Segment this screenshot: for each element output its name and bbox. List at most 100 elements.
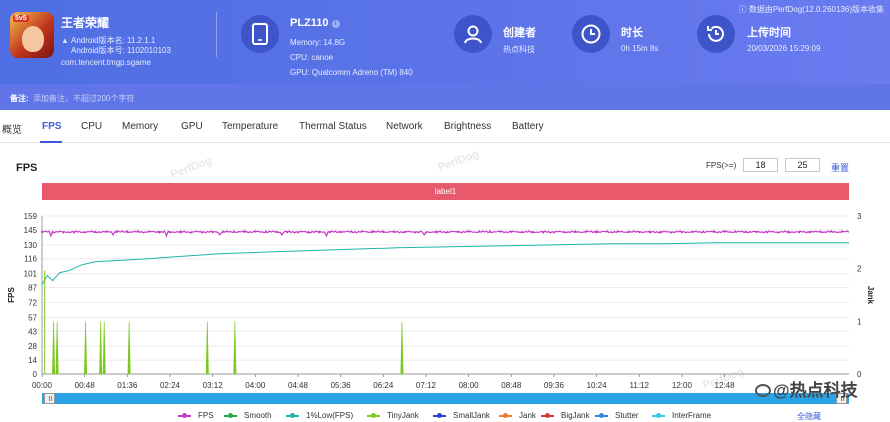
duration-title: 时长 — [621, 27, 643, 39]
legend-swatch — [224, 413, 237, 418]
upload-title: 上传时间 — [747, 27, 791, 39]
fps-point — [446, 231, 449, 234]
slider-handle-left[interactable] — [44, 393, 55, 404]
x-tick-label: 03:12 — [203, 381, 224, 390]
device-cpu: CPU: canoe — [290, 53, 334, 62]
fps-point — [563, 231, 566, 234]
y-tick-label: 57 — [28, 313, 37, 322]
tab-gpu[interactable]: GPU — [181, 121, 203, 132]
fps-point — [200, 231, 204, 234]
tab-temperature[interactable]: Temperature — [222, 121, 278, 132]
legend-swatch — [433, 413, 446, 418]
note-label: 备注: — [10, 94, 29, 103]
hide-all-button[interactable]: 全隐藏 — [797, 411, 821, 422]
fps-point — [328, 231, 332, 234]
x-tick-label: 08:00 — [459, 381, 480, 390]
info-icon[interactable]: i — [331, 20, 340, 28]
y-tick-label: 87 — [28, 284, 37, 293]
legend-label: InterFrame — [672, 411, 712, 420]
tinyjank-spike — [84, 321, 88, 375]
note-input[interactable]: 添加备注，不超过200个字符 — [33, 93, 134, 104]
legend-swatch — [178, 413, 191, 418]
fps-point — [531, 231, 534, 234]
fps-point — [179, 231, 182, 234]
fps-point — [627, 230, 630, 233]
reset-button[interactable]: 重置 — [831, 161, 849, 174]
fps-point — [584, 230, 588, 233]
fps-point — [371, 230, 374, 233]
header-divider — [216, 12, 217, 57]
fps-point — [766, 231, 769, 234]
tab-battery[interactable]: Battery — [512, 121, 544, 132]
fps-point — [808, 230, 811, 234]
legend-label: SmallJank — [453, 411, 490, 420]
android-icon: ▲ — [61, 36, 69, 45]
fps-point — [488, 230, 492, 233]
corner-watermark: @热点科技 — [755, 376, 858, 401]
watermark: PerfDog — [436, 148, 481, 174]
tab-fps[interactable]: FPS — [42, 121, 61, 132]
duration-value: 0h 15m 8s — [621, 44, 659, 53]
tab-overview[interactable]: 概览 — [2, 121, 22, 136]
fps-point — [744, 230, 748, 233]
report-header: 5v5 王者荣耀 ▲ Android版本名: 11.2.1.1 Android版… — [0, 0, 890, 84]
y-tick-label: 14 — [28, 356, 37, 365]
fps-point — [542, 231, 545, 234]
legend-label: Stutter — [615, 411, 639, 420]
tab-memory[interactable]: Memory — [122, 121, 158, 132]
fps-point — [648, 231, 652, 234]
x-tick-label: 00:00 — [32, 381, 53, 390]
x-tick-label: 08:48 — [501, 381, 522, 390]
fps-point — [126, 230, 129, 233]
tab-network[interactable]: Network — [386, 121, 423, 132]
x-tick-label: 04:00 — [245, 381, 266, 390]
x-tick-label: 12:00 — [672, 381, 693, 390]
fps-point — [168, 231, 172, 234]
fps-threshold-input-2[interactable] — [785, 158, 820, 172]
fps-threshold-input-1[interactable] — [743, 158, 778, 172]
y-axis-title: FPS — [7, 287, 16, 303]
tab-thermal-status[interactable]: Thermal Status — [299, 121, 367, 132]
tinyjank-spike — [102, 321, 106, 375]
tab-cpu[interactable]: CPU — [81, 121, 102, 132]
x-tick-label: 01:36 — [117, 381, 138, 390]
clock-icon — [572, 15, 610, 53]
y2-axis-title: Jank — [866, 286, 875, 305]
range-label-bar[interactable]: label1 — [42, 183, 849, 200]
tinyjank-spike — [99, 321, 103, 375]
tab-brightness[interactable]: Brightness — [444, 121, 491, 132]
fps-point — [467, 230, 470, 233]
app-badge: 5v5 — [13, 15, 29, 22]
y-tick-label: 159 — [24, 212, 38, 221]
fps-point — [403, 231, 406, 234]
device-gpu: GPU: Qualcomm Adreno (TM) 840 — [290, 68, 413, 77]
fps-point — [414, 231, 417, 234]
fps-point — [40, 230, 44, 233]
fps-point — [94, 230, 97, 234]
time-range-slider[interactable] — [42, 393, 849, 404]
fps-point — [222, 230, 225, 233]
y-tick-label: 101 — [24, 270, 38, 279]
fps-point — [680, 231, 684, 234]
active-tab-underline — [40, 141, 62, 143]
fps-point — [296, 231, 300, 234]
creator-title: 创建者 — [503, 27, 536, 39]
fps-point — [243, 230, 246, 233]
app-name: 王者荣耀 — [61, 16, 110, 30]
y2-tick-label: 0 — [857, 370, 862, 379]
legend-label: BigJank — [561, 411, 590, 420]
x-tick-label: 09:36 — [544, 381, 565, 390]
device-memory: Memory: 14.8G — [290, 38, 346, 47]
x-tick-label: 05:36 — [331, 381, 352, 390]
fps-point — [616, 230, 620, 233]
tinyjank-spike — [205, 321, 209, 375]
fps-point — [606, 230, 609, 233]
app-package: com.tencent.tmgp.sgame — [61, 58, 151, 67]
fps-point — [734, 230, 737, 233]
app-icon: 5v5 — [10, 12, 54, 58]
x-tick-label: 04:48 — [288, 381, 309, 390]
legend-label: Smooth — [244, 411, 272, 420]
fps-point — [424, 231, 428, 234]
history-icon — [697, 15, 735, 53]
fps-point — [51, 231, 54, 234]
